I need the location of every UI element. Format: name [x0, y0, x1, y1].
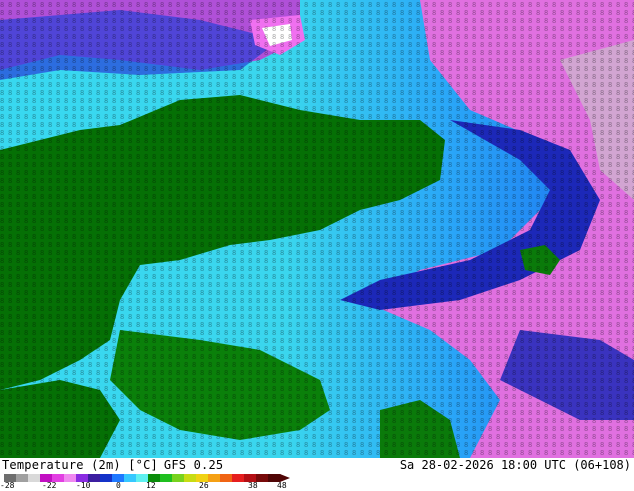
- color-scale-segment: [184, 474, 197, 482]
- color-scale-tick-label: -10: [76, 481, 91, 490]
- color-scale-segment: [208, 474, 221, 482]
- color-scale-tick-label: 12: [146, 481, 156, 490]
- map-canvas: 8: [0, 0, 634, 458]
- color-scale-tick-label: 26: [199, 481, 209, 490]
- color-scale-segment: [220, 474, 233, 482]
- color-scale-segment: [64, 474, 77, 482]
- color-scale-segment: [28, 474, 41, 482]
- map-title: Temperature (2m) [°C] GFS 0.25: [2, 458, 229, 472]
- color-scale-segment: [160, 474, 173, 482]
- model-label: GFS 0.25: [163, 458, 224, 472]
- color-scale-segment: [232, 474, 245, 482]
- variable-label: Temperature (2m) [°C]: [2, 458, 158, 472]
- datetime-label: Sa 28-02-2026 18:00 UTC (06+108): [399, 458, 631, 472]
- color-scale-segment: [124, 474, 137, 482]
- temperature-map: 8: [0, 0, 634, 458]
- color-scale-segment: [100, 474, 113, 482]
- color-scale-segment: [172, 474, 185, 482]
- color-scale-tick-label: 0: [116, 481, 121, 490]
- color-scale-tick-label: -22: [42, 481, 57, 490]
- color-scale-tick-label: 48: [277, 481, 287, 490]
- map-footer: Temperature (2m) [°C] GFS 0.25 Sa 28-02-2…: [0, 458, 634, 490]
- color-scale-tick-label: -28: [0, 481, 15, 490]
- color-scale-segment: [16, 474, 29, 482]
- value-grid-overlay: [0, 0, 634, 458]
- color-scale-tick-label: 38: [248, 481, 258, 490]
